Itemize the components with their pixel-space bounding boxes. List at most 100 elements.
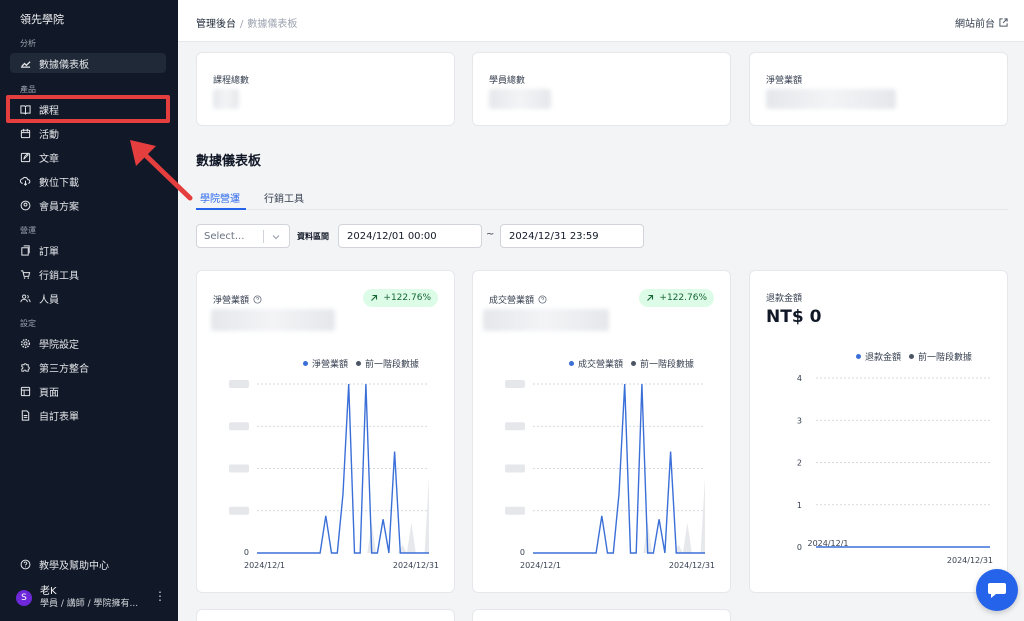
annotation-highlight (6, 95, 170, 123)
x-tick-label: 2024/12/1 (520, 561, 561, 570)
x-tick-label: 2024/12/31 (393, 561, 439, 570)
breadcrumb: 管理後台 / 數據儀表板 (196, 15, 297, 30)
sidebar-item-label: 人員 (39, 294, 59, 306)
help-center-label: 教學及幫助中心 (39, 560, 109, 572)
sidebar-item-orders[interactable]: 訂單 (10, 240, 166, 260)
blurred-tick (229, 506, 249, 515)
section-title: 數據儀表板 (196, 154, 262, 169)
sidebar-item-members[interactable]: 人員 (10, 288, 166, 308)
blurred-tick (229, 464, 249, 473)
gear-icon (20, 338, 31, 348)
question-icon (20, 559, 31, 569)
calendar-icon (20, 128, 31, 138)
x-tick-label: 2024/12/31 (947, 556, 993, 565)
blurred-tick (229, 422, 249, 431)
chat-button[interactable] (976, 569, 1018, 611)
chart-card-transaction-revenue: 成交營業額 +122.76% 成交營業額 前一階段數據 0 2024/12/1 … (472, 270, 731, 593)
blurred-tick (505, 464, 525, 473)
sidebar-item-label: 頁面 (39, 387, 59, 399)
chart-card-partial (472, 609, 731, 621)
blurred-tick (229, 380, 249, 388)
end-date-input[interactable]: 2024/12/31 23:59 (500, 224, 644, 248)
puzzle-icon (21, 362, 30, 372)
chart-icon (20, 60, 31, 68)
chart-card-net-revenue: 淨營業額 +122.76% 淨營業額 前一階段數據 0 2024/12/1 20… (196, 270, 455, 593)
date-range-separator: ~ (486, 229, 495, 240)
chart-card-refunds: 退款金額 NT$ 0 退款金額 前一階段數據 2024/12/1 2024/12… (749, 270, 1008, 593)
date-range-label: 資料區間 (297, 232, 329, 241)
sidebar-item-forms[interactable]: 自訂表單 (10, 405, 166, 425)
user-name: 老K (40, 586, 57, 597)
group-label-analytics: 分析 (20, 39, 36, 48)
sidebar-item-label: 自訂表單 (39, 411, 79, 423)
help-center-link[interactable]: 教學及幫助中心 (10, 554, 166, 574)
y-tick-label: 4 (797, 374, 802, 383)
stat-label: 課程總數 (213, 76, 250, 86)
top-header: 管理後台 / 數據儀表板 網站前台 (178, 0, 1024, 42)
stat-card-students: 學員總數 (472, 52, 731, 126)
site-link-label: 網站前台 (955, 19, 995, 30)
receipt-icon (21, 244, 30, 256)
y-tick-label: 0 (520, 548, 525, 557)
blurred-tick (505, 380, 525, 388)
blurred-value (489, 89, 551, 109)
more-vertical-icon[interactable]: ⋮ (154, 589, 166, 603)
sidebar: 領先學院 分析 數據儀表板 產品 課程 活動 文章 數位下載 會員方案 營運 訂… (0, 0, 178, 621)
chart-card-partial (196, 609, 455, 621)
breadcrumb-separator: / (240, 19, 244, 30)
chart-transaction-revenue: 0 2024/12/1 2024/12/31 (505, 380, 715, 570)
sidebar-item-integrations[interactable]: 第三方整合 (10, 357, 166, 377)
sidebar-item-label: 數據儀表板 (39, 59, 89, 71)
stat-label: 淨營業額 (766, 76, 803, 86)
tab-bar: 學院營運 行銷工具 (196, 184, 1008, 210)
breadcrumb-current: 數據儀表板 (247, 19, 298, 30)
tab-academy-operations[interactable]: 學院營運 (200, 190, 240, 205)
sidebar-item-dashboard[interactable]: 數據儀表板 (10, 53, 166, 73)
blurred-tick (505, 506, 525, 515)
filter-select[interactable]: Select... (196, 224, 290, 248)
sidebar-item-marketing[interactable]: 行銷工具 (10, 264, 166, 284)
file-icon (21, 409, 30, 421)
breadcrumb-root[interactable]: 管理後台 (196, 19, 236, 30)
sidebar-item-label: 行銷工具 (39, 270, 79, 282)
user-menu[interactable]: S 老K 學員 / 講師 / 學院擁有... ⋮ (16, 584, 166, 612)
select-divider (263, 230, 264, 243)
sidebar-item-label: 文章 (39, 153, 59, 165)
external-link-icon (999, 18, 1008, 27)
y-tick-label: 1 (797, 501, 802, 510)
group-label-products: 產品 (20, 85, 36, 94)
sidebar-item-label: 學院設定 (39, 339, 79, 351)
sidebar-item-label: 第三方整合 (39, 363, 89, 375)
sidebar-item-label: 數位下載 (39, 177, 79, 189)
start-date-input[interactable]: 2024/12/01 00:00 (338, 224, 482, 248)
x-tick-label: 2024/12/1 (244, 561, 285, 570)
annotation-arrow-icon (130, 140, 193, 201)
group-label-operations: 營運 (20, 226, 36, 235)
blurred-tick (505, 422, 525, 431)
chart-net-revenue: 0 2024/12/1 2024/12/31 (229, 380, 439, 570)
brand-name: 領先學院 (20, 13, 64, 26)
blurred-value (766, 89, 896, 109)
chart-refunds: 2024/12/1 2024/12/31 43210 (797, 374, 993, 565)
sidebar-item-academy-settings[interactable]: 學院設定 (10, 333, 166, 353)
sidebar-item-label: 活動 (39, 129, 59, 141)
chat-bubble-icon (988, 583, 1006, 598)
user-circle-icon (20, 200, 31, 210)
y-tick-label: 2 (797, 459, 802, 468)
stat-card-revenue: 淨營業額 (749, 52, 1008, 126)
y-tick-label: 0 (797, 543, 802, 552)
blurred-value (213, 89, 239, 109)
stat-card-courses: 課程總數 (196, 52, 455, 126)
stat-label: 學員總數 (489, 76, 526, 86)
site-frontend-link[interactable]: 網站前台 (955, 15, 1008, 30)
group-label-settings: 設定 (20, 319, 36, 328)
x-tick-label: 2024/12/31 (669, 561, 715, 570)
y-tick-label: 3 (797, 416, 802, 425)
sidebar-item-pages[interactable]: 頁面 (10, 381, 166, 401)
tab-marketing-tools[interactable]: 行銷工具 (264, 190, 304, 205)
user-role: 學員 / 講師 / 學院擁有... (40, 599, 139, 609)
cart-icon (20, 269, 31, 279)
sidebar-item-label: 會員方案 (39, 201, 79, 213)
edit-icon (20, 152, 31, 162)
active-tab-indicator (196, 208, 246, 210)
